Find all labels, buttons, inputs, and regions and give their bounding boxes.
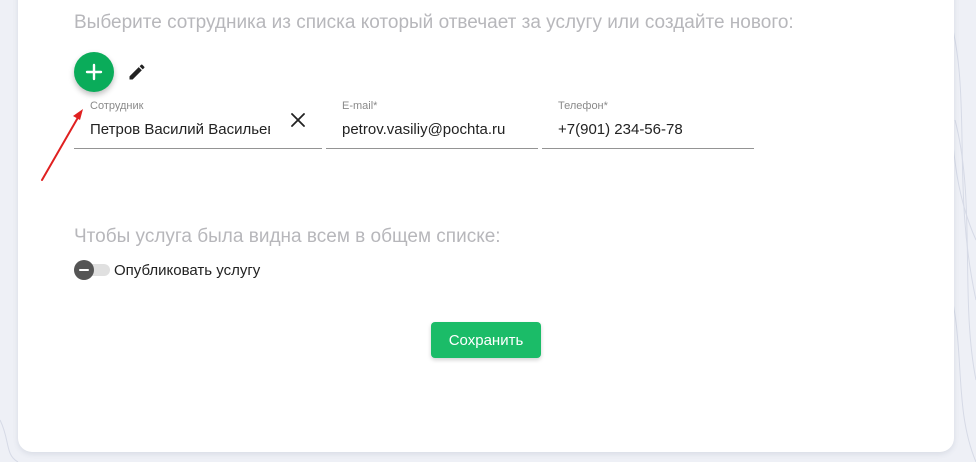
- plus-icon: [85, 63, 103, 81]
- email-field-label: E-mail*: [342, 100, 378, 112]
- minus-icon: [79, 269, 89, 271]
- save-button[interactable]: Сохранить: [431, 322, 541, 358]
- clear-employee-button[interactable]: [288, 110, 308, 130]
- pencil-icon: [129, 64, 145, 80]
- employee-field: Сотрудник: [74, 98, 322, 149]
- publish-toggle[interactable]: [74, 260, 112, 280]
- phone-input[interactable]: [558, 118, 748, 140]
- add-employee-button[interactable]: [74, 52, 114, 92]
- publish-section-heading: Чтобы услуга была видна всем в общем спи…: [74, 226, 501, 247]
- phone-field: Телефон*: [542, 98, 754, 149]
- publish-toggle-knob: [74, 260, 94, 280]
- email-field: E-mail*: [326, 98, 538, 149]
- close-icon: [291, 113, 305, 127]
- email-input[interactable]: [342, 118, 532, 140]
- phone-field-label: Телефон*: [558, 100, 608, 112]
- employee-input[interactable]: [90, 118, 270, 140]
- employee-field-label: Сотрудник: [90, 100, 144, 112]
- edit-employee-button[interactable]: [125, 60, 149, 84]
- publish-toggle-label[interactable]: Опубликовать услугу: [114, 262, 260, 279]
- employee-section-heading: Выберите сотрудника из списка который от…: [74, 12, 794, 33]
